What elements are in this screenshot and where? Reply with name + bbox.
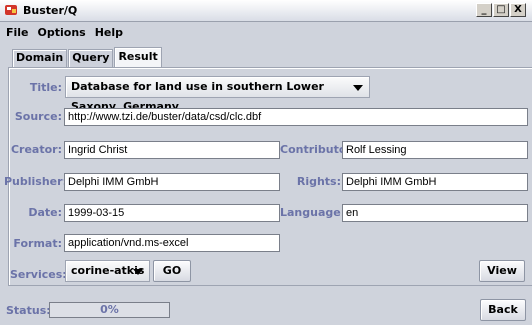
language-label: Language: (280, 206, 346, 219)
contributor-label: Contributor: (280, 143, 357, 156)
close-button[interactable]: X (510, 3, 526, 17)
format-label: Format: (13, 237, 62, 250)
publisher-field[interactable]: Delphi IMM GmbH (64, 173, 280, 191)
format-field[interactable]: application/vnd.ms-excel (64, 234, 280, 252)
source-field[interactable]: http://www.tzi.de/buster/data/csd/clc.db… (64, 108, 528, 126)
tab-domain[interactable]: Domain (12, 49, 68, 67)
menu-bar: File Options Help (0, 22, 532, 42)
menu-options[interactable]: Options (38, 26, 86, 39)
rights-field[interactable]: Delphi IMM GmbH (342, 173, 528, 191)
source-label: Source: (14, 110, 62, 123)
back-button[interactable]: Back (480, 299, 526, 321)
menu-help[interactable]: Help (95, 26, 123, 39)
date-field[interactable]: 1999-03-15 (64, 204, 280, 222)
chevron-down-icon (353, 85, 363, 91)
app-icon (5, 5, 17, 15)
date-label: Date: (28, 206, 62, 219)
creator-field[interactable]: Ingrid Christ (64, 141, 280, 159)
chevron-down-icon (133, 269, 143, 275)
progress-text: 0% (100, 303, 119, 316)
title-select[interactable]: Database for land use in southern Lower … (65, 76, 370, 113)
window-title: Buster/Q (23, 4, 78, 17)
view-button[interactable]: View (479, 260, 525, 282)
services-label: Services: (10, 268, 67, 281)
status-progress-bar: 0% (49, 302, 170, 318)
creator-label: Creator: (10, 143, 62, 156)
tab-query[interactable]: Query (68, 49, 114, 67)
rights-label: Rights: (296, 175, 341, 188)
publisher-label: Publisher: (4, 175, 67, 188)
minimize-button[interactable]: _ (476, 3, 492, 17)
go-button[interactable]: GO (153, 260, 191, 282)
window-controls: _ □ X (476, 3, 526, 17)
services-select[interactable]: corine-atkis (65, 260, 150, 282)
tab-result[interactable]: Result (114, 47, 162, 67)
status-label: Status: (6, 304, 51, 317)
title-label: Title: (29, 81, 62, 94)
menu-file[interactable]: File (6, 26, 29, 39)
language-field[interactable]: en (342, 204, 528, 222)
maximize-button[interactable]: □ (493, 3, 509, 17)
tab-strip: Domain Query Result (12, 47, 163, 67)
contributor-field[interactable]: Rolf Lessing (342, 141, 528, 159)
title-bar: Buster/Q _ □ X (0, 0, 532, 22)
